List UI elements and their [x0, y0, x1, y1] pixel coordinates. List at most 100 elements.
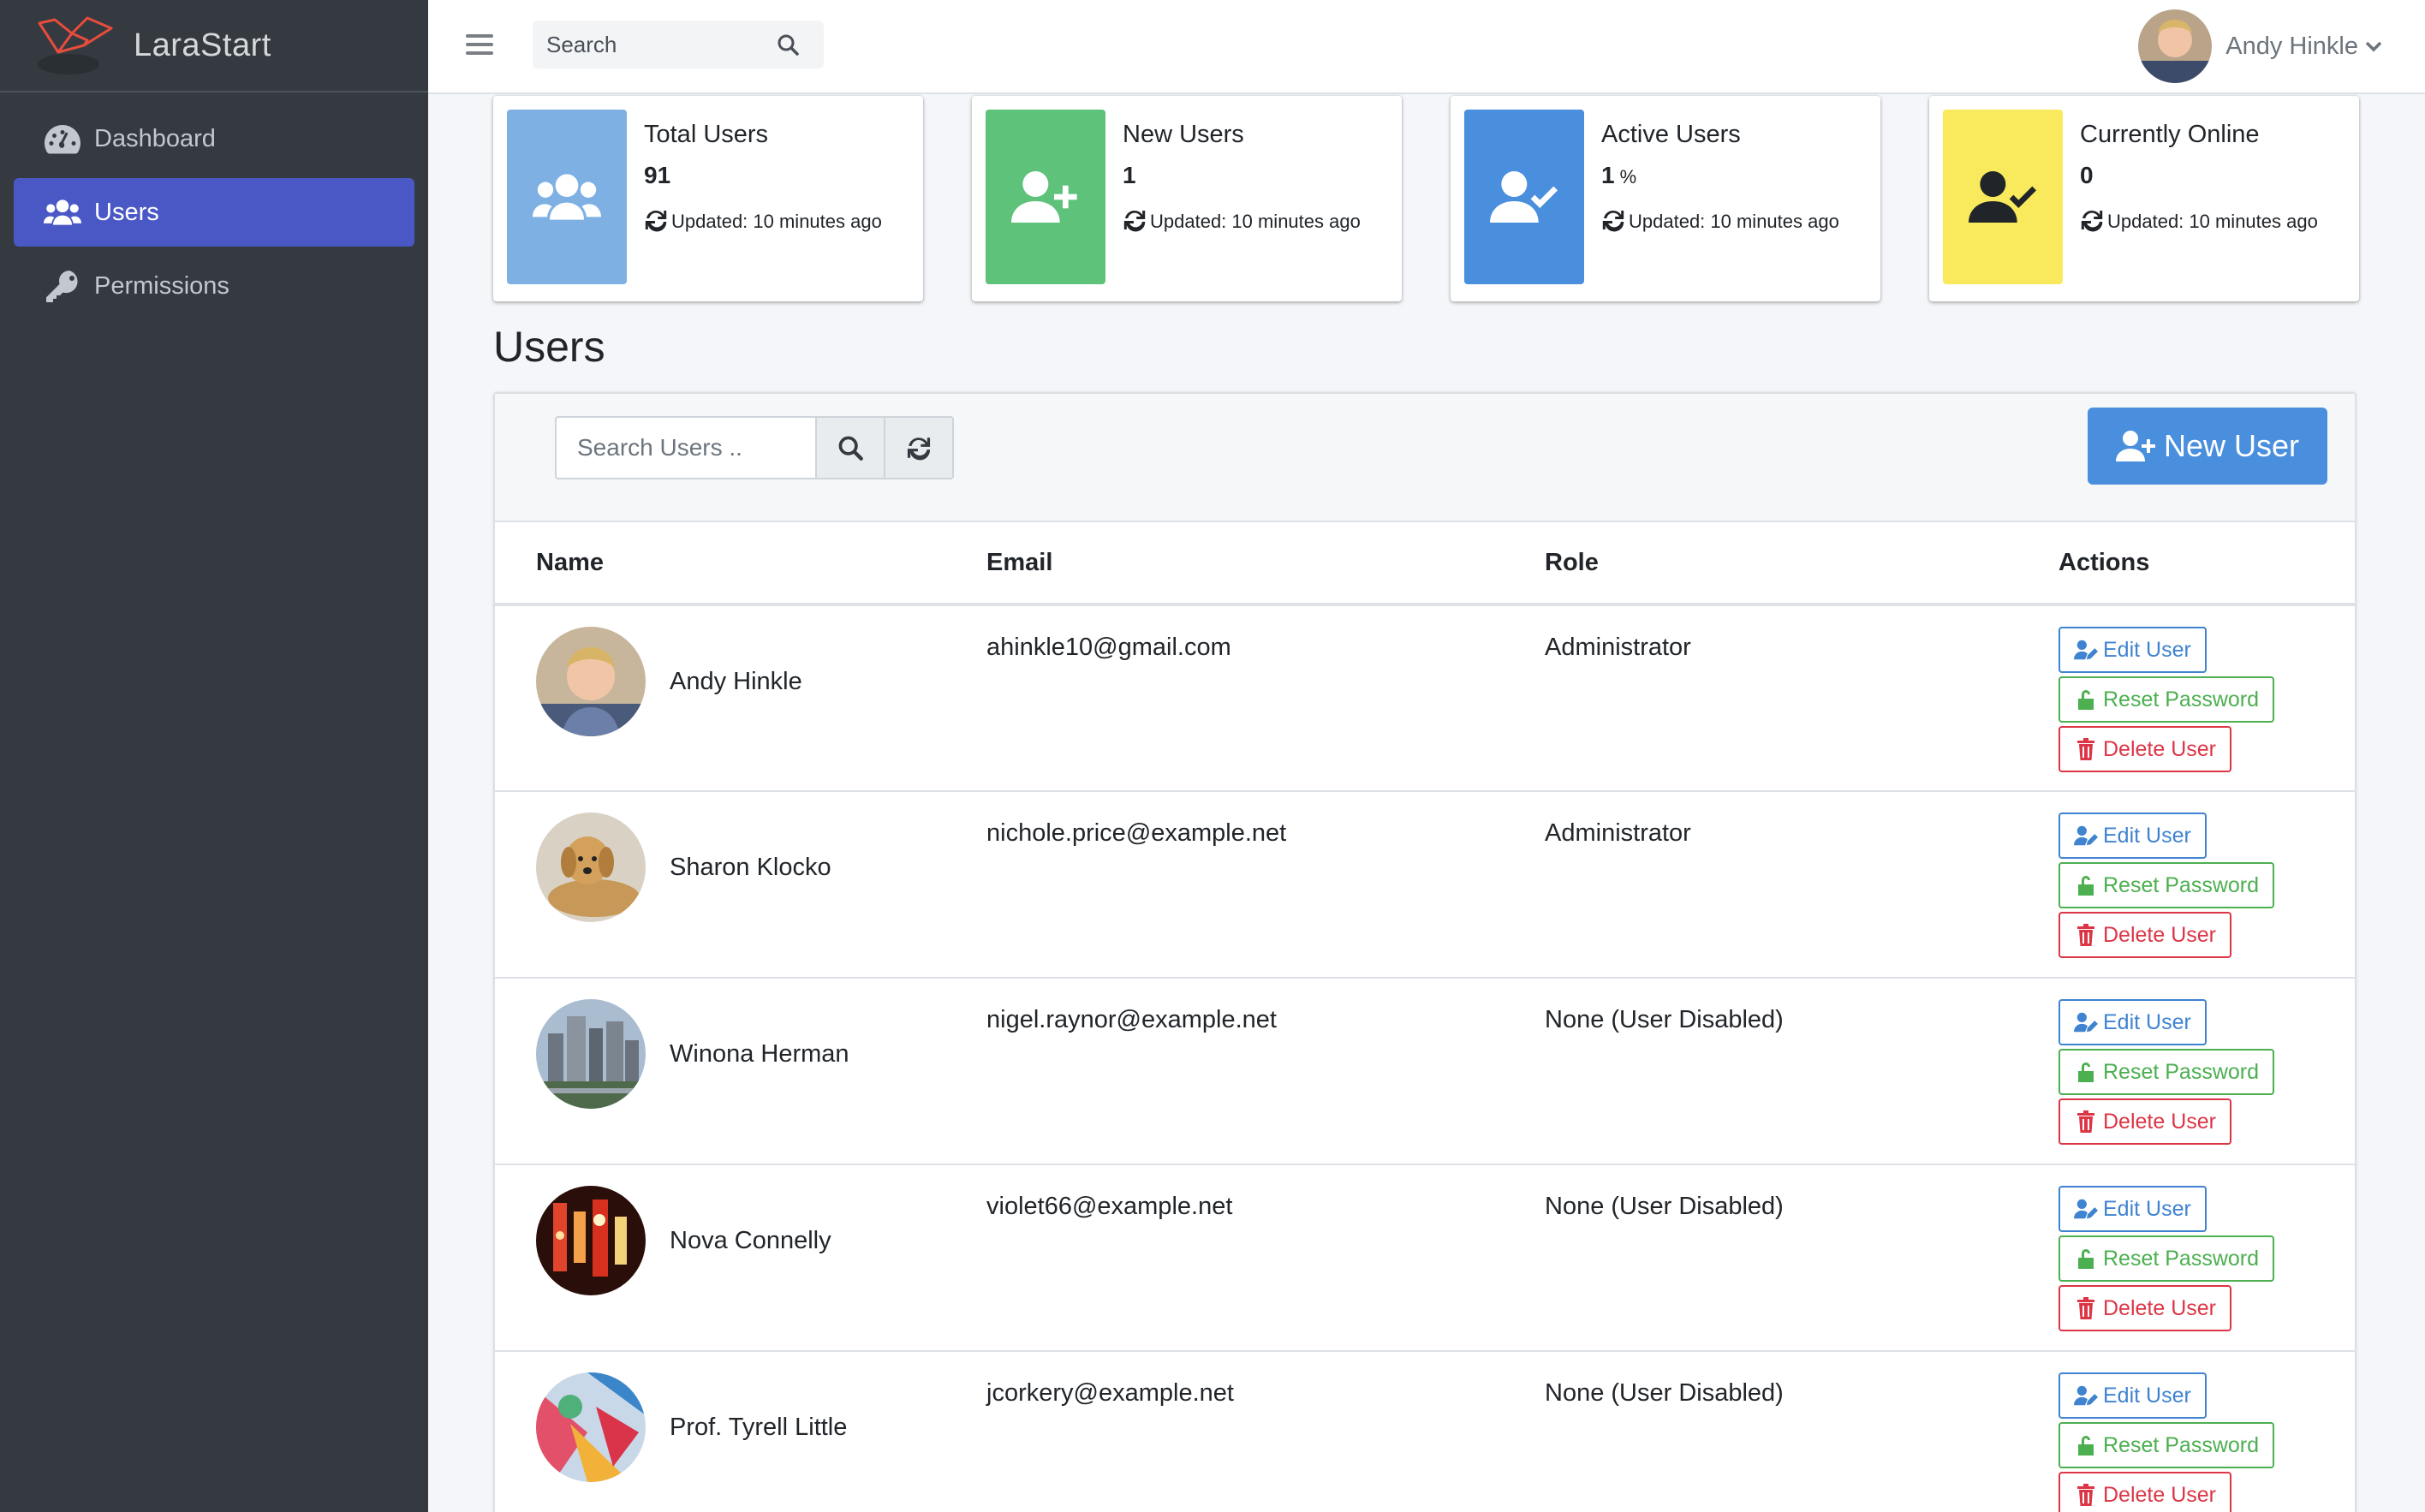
table-row: Prof. Tyrell Little jcorkery@example.net…: [495, 1351, 2355, 1512]
brand-name: LaraStart: [134, 27, 271, 63]
avatar: [536, 627, 646, 736]
edit-user-button[interactable]: Edit User: [2059, 627, 2207, 673]
new-user-button[interactable]: New User: [2088, 408, 2327, 485]
user-plus-icon: [986, 110, 1105, 284]
user-search-group: [555, 416, 954, 479]
user-email: violet66@example.net: [986, 1193, 1233, 1220]
delete-user-button[interactable]: Delete User: [2059, 1472, 2231, 1512]
sidebar-item-permissions[interactable]: Permissions: [14, 252, 414, 320]
refresh-icon: [645, 210, 667, 232]
refresh-button[interactable]: [885, 416, 954, 479]
user-avatar: [2138, 9, 2213, 83]
stat-box-total-users: Total Users 91 Updated: 10 minutes ago: [493, 96, 923, 301]
laravel-logo-icon: [38, 16, 113, 74]
avatar: [536, 999, 646, 1109]
user-email: jcorkery@example.net: [986, 1379, 1234, 1407]
reset-password-button[interactable]: Reset Password: [2059, 1049, 2275, 1095]
chevron-down-icon: [2365, 41, 2382, 52]
unlock-icon: [2078, 690, 2094, 710]
users-card-header: New User: [495, 394, 2355, 522]
trash-icon: [2077, 924, 2094, 946]
stat-box-new-users: New Users 1 Updated: 10 minutes ago: [972, 96, 1402, 301]
user-name: Sharon Klocko: [670, 853, 831, 881]
refresh-icon: [1602, 210, 1624, 232]
user-menu-dropdown[interactable]: Andy Hinkle: [2138, 9, 2382, 83]
user-role: Administrator: [1545, 634, 1691, 661]
search-icon[interactable]: [764, 21, 812, 68]
users-card: New User Name Email Role Actions Andy Hi…: [493, 392, 2356, 1512]
brand-link[interactable]: LaraStart: [0, 0, 428, 92]
delete-user-button[interactable]: Delete User: [2059, 912, 2231, 958]
column-header-name[interactable]: Name: [495, 522, 986, 606]
stat-title: New Users: [1123, 121, 1244, 148]
users-icon: [43, 195, 82, 229]
user-role: None (User Disabled): [1545, 1379, 1784, 1407]
table-row: Winona Herman nigel.raynor@example.net N…: [495, 978, 2355, 1165]
reset-password-button[interactable]: Reset Password: [2059, 676, 2275, 723]
user-edit-icon: [2074, 640, 2098, 660]
search-icon: [838, 436, 863, 461]
unlock-icon: [2078, 876, 2094, 896]
stat-value: 0: [2080, 161, 2094, 188]
reset-password-button[interactable]: Reset Password: [2059, 862, 2275, 908]
table-row: Sharon Klocko nichole.price@example.net …: [495, 791, 2355, 979]
stat-title: Active Users: [1601, 121, 1741, 148]
sidebar-item-users[interactable]: Users: [14, 178, 414, 247]
unlock-icon: [2078, 1436, 2094, 1455]
user-email: nichole.price@example.net: [986, 819, 1287, 847]
refresh-icon: [2081, 210, 2103, 232]
stat-updated: Updated: 10 minutes ago: [644, 198, 913, 246]
user-role: None (User Disabled): [1545, 1193, 1784, 1220]
user-edit-icon: [2074, 1012, 2098, 1033]
users-icon: [507, 110, 627, 284]
trash-icon: [2077, 738, 2094, 760]
edit-user-button[interactable]: Edit User: [2059, 813, 2207, 859]
stat-title: Total Users: [644, 121, 769, 148]
user-name: Andy Hinkle: [670, 667, 802, 695]
column-header-actions: Actions: [2059, 522, 2355, 606]
user-name: Andy Hinkle: [2225, 32, 2358, 60]
sidebar-item-label: Permissions: [94, 271, 229, 300]
user-name: Prof. Tyrell Little: [670, 1413, 848, 1441]
top-navbar: Andy Hinkle: [428, 0, 2425, 94]
top-search-input[interactable]: [533, 31, 764, 58]
reset-password-button[interactable]: Reset Password: [2059, 1235, 2275, 1282]
stat-title: Currently Online: [2080, 121, 2260, 148]
user-name: Nova Connelly: [670, 1226, 831, 1254]
delete-user-button[interactable]: Delete User: [2059, 726, 2231, 772]
edit-user-button[interactable]: Edit User: [2059, 1372, 2207, 1419]
user-email: nigel.raynor@example.net: [986, 1006, 1277, 1033]
menu-toggle-icon[interactable]: [466, 31, 493, 58]
unlock-icon: [2078, 1249, 2094, 1269]
column-header-role[interactable]: Role: [1545, 522, 2059, 606]
column-header-email[interactable]: Email: [986, 522, 1545, 606]
stat-value: 91: [644, 161, 671, 188]
trash-icon: [2077, 1484, 2094, 1506]
sidebar-nav: Dashboard Users Permissions: [0, 92, 428, 337]
search-button[interactable]: [817, 416, 885, 479]
edit-user-button[interactable]: Edit User: [2059, 1186, 2207, 1232]
user-edit-icon: [2074, 1385, 2098, 1406]
reset-password-button[interactable]: Reset Password: [2059, 1422, 2275, 1468]
sidebar: LaraStart Dashboard Users Permissions: [0, 0, 428, 1512]
delete-user-button[interactable]: Delete User: [2059, 1098, 2231, 1145]
sidebar-item-dashboard[interactable]: Dashboard: [14, 104, 414, 173]
trash-icon: [2077, 1297, 2094, 1319]
edit-user-button[interactable]: Edit User: [2059, 999, 2207, 1045]
stat-box-currently-online: Currently Online 0 Updated: 10 minutes a…: [1929, 96, 2359, 301]
stat-value: 1%: [1601, 161, 1637, 188]
stat-updated: Updated: 10 minutes ago: [2080, 198, 2349, 246]
stat-updated: Updated: 10 minutes ago: [1123, 198, 1391, 246]
refresh-icon: [907, 438, 931, 461]
trash-icon: [2077, 1110, 2094, 1133]
sidebar-item-label: Users: [94, 198, 159, 226]
user-role: None (User Disabled): [1545, 1006, 1784, 1033]
key-icon: [43, 269, 82, 303]
user-edit-icon: [2074, 1199, 2098, 1219]
stat-updated: Updated: 10 minutes ago: [1601, 198, 1870, 246]
top-search-bar: [533, 21, 824, 68]
page-title: Users: [493, 323, 605, 371]
delete-user-button[interactable]: Delete User: [2059, 1285, 2231, 1331]
user-check-icon: [1464, 110, 1584, 284]
user-search-input[interactable]: [555, 416, 817, 479]
